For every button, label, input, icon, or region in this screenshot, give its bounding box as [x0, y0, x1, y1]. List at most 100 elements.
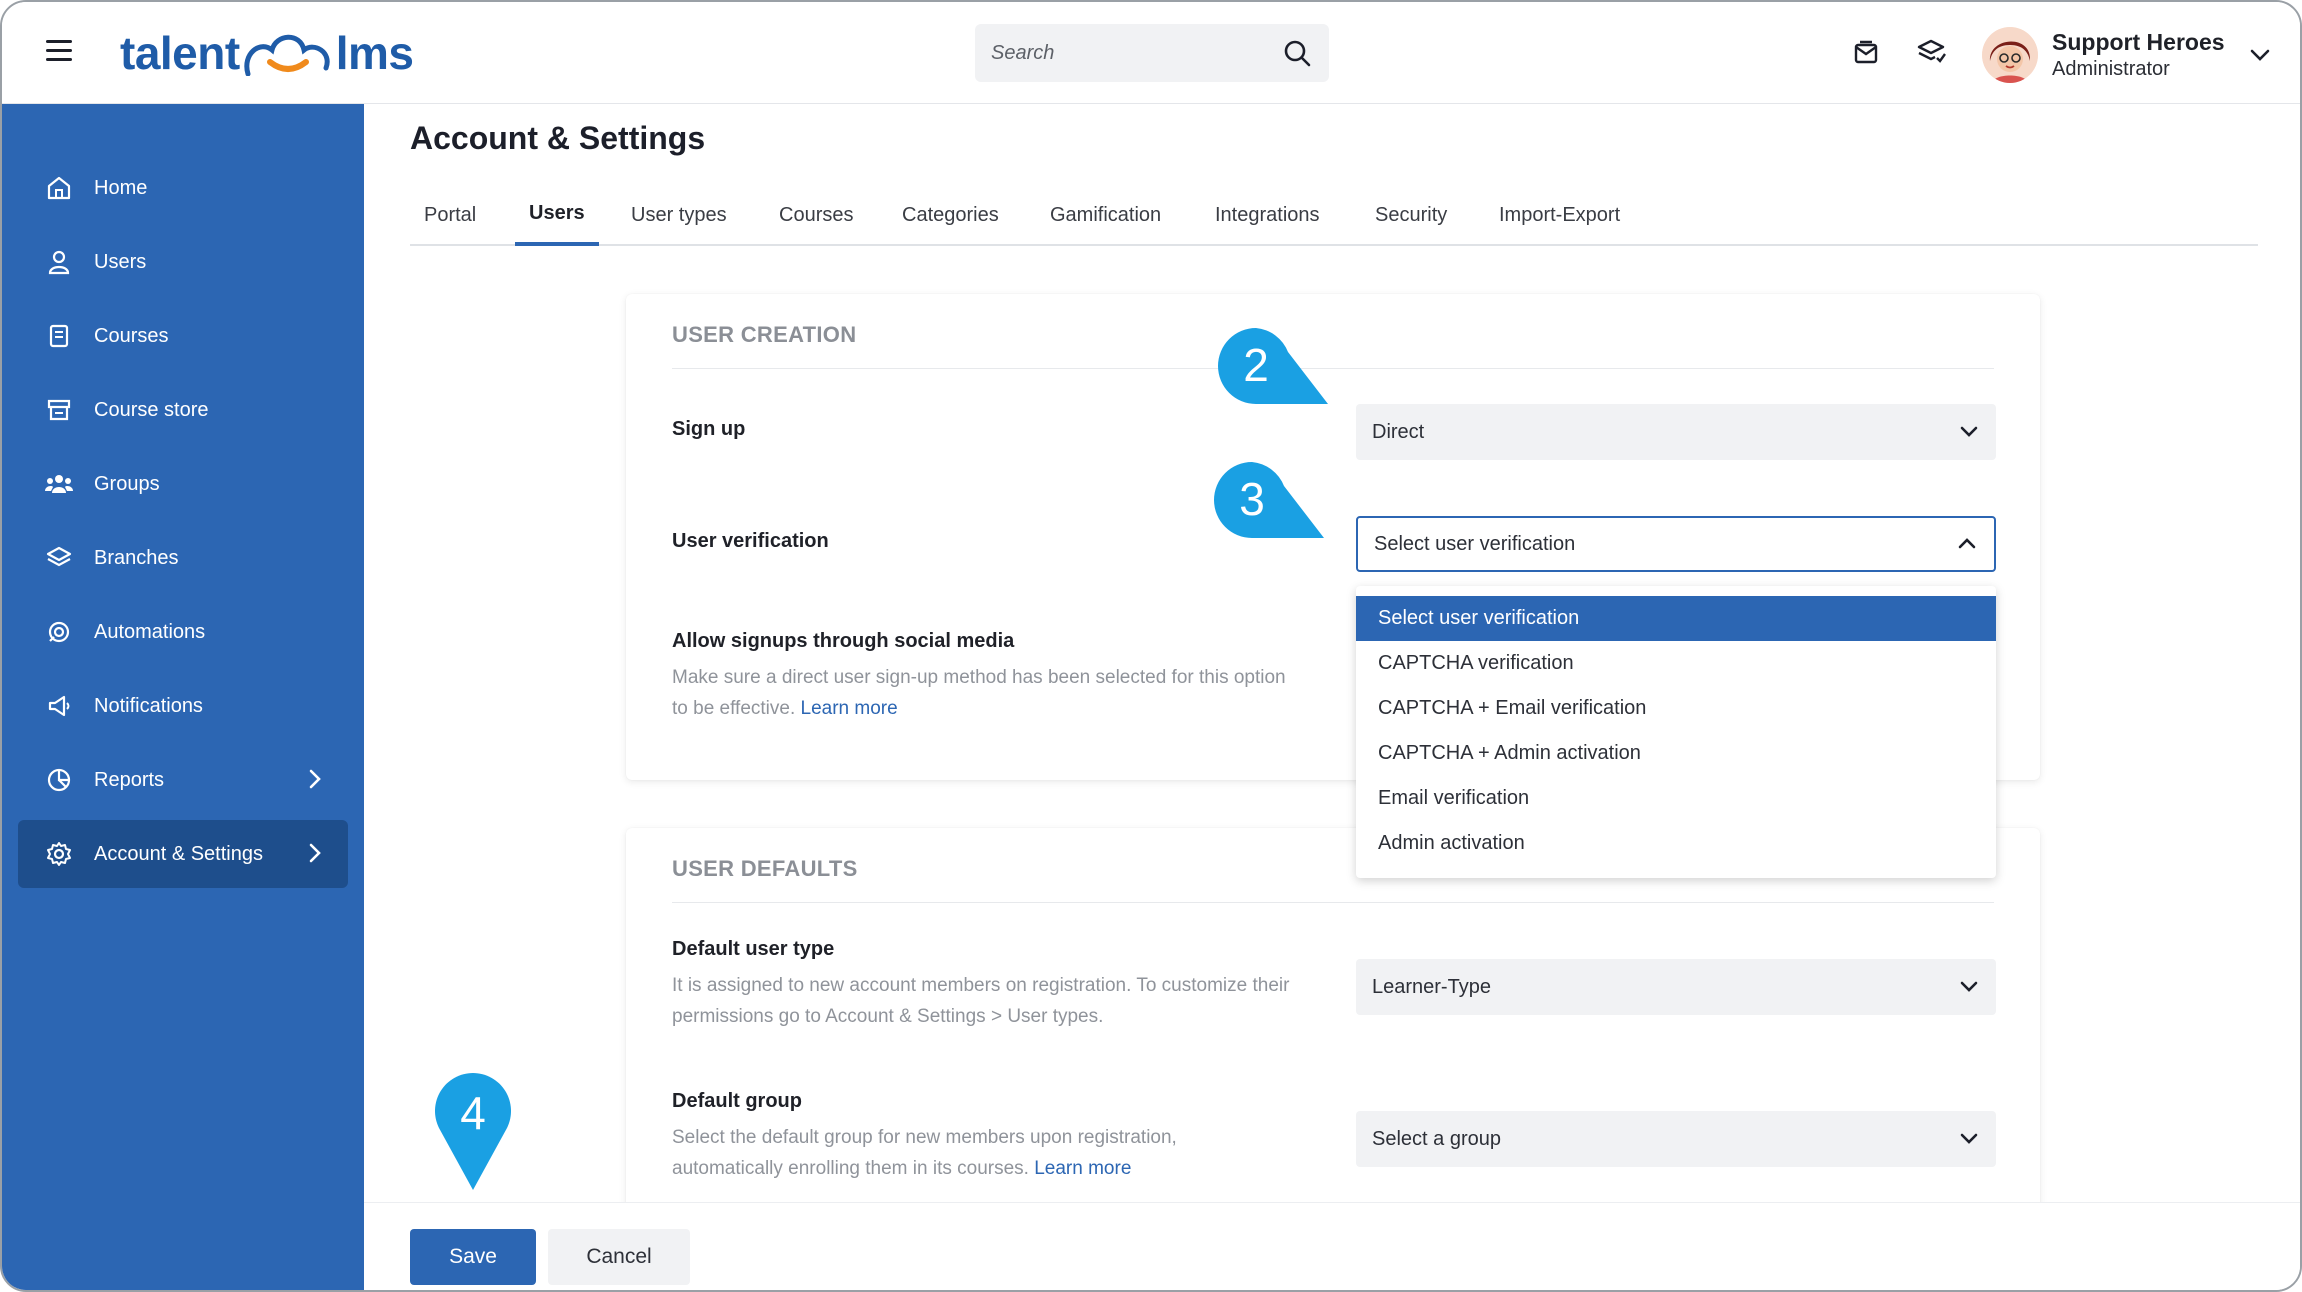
- tab-gamification[interactable]: Gamification: [1050, 184, 1161, 246]
- verification-option[interactable]: CAPTCHA + Admin activation: [1356, 731, 1996, 776]
- top-bar: talent lms Search Support Heroes Adminis…: [2, 2, 2300, 104]
- verification-option[interactable]: CAPTCHA + Email verification: [1356, 686, 1996, 731]
- step-number: 2: [1243, 339, 1269, 391]
- search-icon[interactable]: [1281, 37, 1313, 69]
- logo-text-lms: lms: [335, 27, 414, 79]
- sidebar-item-label: Branches: [94, 546, 179, 569]
- layers-icon: [44, 543, 74, 573]
- default-group-select[interactable]: Select a group: [1356, 1111, 1996, 1167]
- sidebar-item-label: Groups: [94, 472, 160, 495]
- sidebar-item-account-settings[interactable]: Account & Settings: [18, 820, 348, 888]
- sidebar-item-automations[interactable]: Automations: [18, 598, 348, 666]
- groups-icon: [44, 469, 74, 499]
- gear-icon: [44, 839, 74, 869]
- default-user-type-select[interactable]: Learner-Type: [1356, 959, 1996, 1015]
- tab-courses[interactable]: Courses: [779, 184, 853, 246]
- user-menu[interactable]: Support Heroes Administrator: [1982, 22, 2278, 88]
- verification-option[interactable]: CAPTCHA verification: [1356, 641, 1996, 686]
- social-signups-label: Allow signups through social media: [672, 630, 1015, 652]
- signup-select[interactable]: Direct: [1356, 404, 1996, 460]
- talentlms-logo[interactable]: talent lms: [120, 24, 414, 82]
- signup-select-value: Direct: [1372, 420, 1425, 443]
- logo-text-talent: talent: [120, 27, 240, 79]
- avatar: [1982, 27, 2038, 83]
- chevron-down-icon: [1960, 1133, 1978, 1144]
- step-marker-4: 4: [433, 1072, 513, 1192]
- sidebar-item-label: Automations: [94, 620, 206, 643]
- step-marker-3: 3: [1212, 460, 1328, 540]
- sidebar-item-label: Home: [94, 176, 148, 199]
- tab-categories[interactable]: Categories: [902, 184, 999, 246]
- default-group-label: Default group: [672, 1090, 802, 1112]
- user-verification-select[interactable]: Select user verification: [1356, 516, 1996, 572]
- default-user-type-label: Default user type: [672, 938, 835, 960]
- sidebar-item-label: Course store: [94, 398, 209, 421]
- form-actions: Save Cancel: [364, 1202, 2300, 1290]
- search-input[interactable]: [991, 41, 1281, 65]
- verification-option[interactable]: Select user verification: [1356, 596, 1996, 641]
- user-defaults-card: USER DEFAULTS Default user type It is as…: [626, 828, 2040, 1248]
- cloud-logo-icon: [244, 34, 330, 76]
- tab-security[interactable]: Security: [1375, 184, 1447, 246]
- search-box[interactable]: [975, 24, 1329, 82]
- app-window: talent lms Search Support Heroes Adminis…: [0, 0, 2302, 1292]
- verification-option[interactable]: Admin activation: [1356, 821, 1996, 866]
- sidebar-item-home[interactable]: Home: [18, 154, 348, 222]
- tab-user-types[interactable]: User types: [631, 184, 727, 246]
- chevron-down-icon: [1960, 426, 1978, 437]
- learn-more-link[interactable]: Learn more: [1034, 1158, 1131, 1179]
- user-verification-label: User verification: [672, 530, 829, 552]
- tab-integrations[interactable]: Integrations: [1215, 184, 1320, 246]
- section-title: USER CREATION: [672, 322, 857, 347]
- sidebar: Home Users Courses Course store Groups B…: [2, 104, 364, 1290]
- default-user-type-select-value: Learner-Type: [1372, 975, 1491, 998]
- user-verification-dropdown: Select user verification CAPTCHA verific…: [1356, 586, 1996, 878]
- learn-more-link[interactable]: Learn more: [801, 698, 898, 719]
- tab-portal[interactable]: Portal: [424, 184, 476, 246]
- home-icon: [44, 173, 74, 203]
- cancel-button[interactable]: Cancel: [548, 1229, 690, 1285]
- chevron-right-icon: [309, 843, 321, 863]
- megaphone-icon: [44, 691, 74, 721]
- divider: [672, 368, 1994, 369]
- verification-option[interactable]: Email verification: [1356, 776, 1996, 821]
- sidebar-item-label: Account & Settings: [94, 842, 263, 865]
- page-title: Account & Settings: [410, 120, 706, 156]
- automation-icon: [44, 617, 74, 647]
- sidebar-item-reports[interactable]: Reports: [18, 746, 348, 814]
- step-marker-2: 2: [1216, 326, 1332, 406]
- user-role: Administrator: [2052, 57, 2170, 80]
- sidebar-item-label: Notifications: [94, 694, 203, 717]
- chevron-up-icon: [1958, 538, 1976, 549]
- sidebar-item-label: Courses: [94, 324, 169, 347]
- divider: [672, 902, 1994, 903]
- default-user-type-help: It is assigned to new account members on…: [672, 975, 1290, 1027]
- sidebar-item-courses[interactable]: Courses: [18, 302, 348, 370]
- save-button[interactable]: Save: [410, 1229, 536, 1285]
- menu-icon[interactable]: [46, 40, 72, 62]
- step-number: 4: [460, 1087, 486, 1139]
- default-group-select-value: Select a group: [1372, 1127, 1501, 1150]
- sidebar-item-label: Users: [94, 250, 147, 273]
- sidebar-item-groups[interactable]: Groups: [18, 450, 348, 518]
- sidebar-item-branches[interactable]: Branches: [18, 524, 348, 592]
- chevron-down-icon: [1960, 981, 1978, 992]
- section-title: USER DEFAULTS: [672, 856, 858, 881]
- sidebar-item-notifications[interactable]: Notifications: [18, 672, 348, 740]
- pie-chart-icon: [44, 765, 74, 795]
- messages-icon[interactable]: [1850, 36, 1882, 68]
- step-number: 3: [1239, 473, 1265, 525]
- social-signups-help: Make sure a direct user sign-up method h…: [672, 667, 1286, 719]
- sidebar-item-label: Reports: [94, 768, 165, 791]
- sidebar-item-course-store[interactable]: Course store: [18, 376, 348, 444]
- default-group-help: Select the default group for new members…: [672, 1127, 1177, 1179]
- user-verification-select-value: Select user verification: [1374, 532, 1576, 555]
- settings-tabs: Portal Users User types Courses Categori…: [410, 184, 2258, 246]
- branches-switch-icon[interactable]: [1916, 36, 1948, 68]
- chevron-down-icon: [2250, 49, 2269, 61]
- tab-users[interactable]: Users: [515, 184, 599, 246]
- sidebar-item-users[interactable]: Users: [18, 228, 348, 296]
- book-icon: [44, 321, 74, 351]
- signup-label: Sign up: [672, 418, 746, 440]
- tab-import-export[interactable]: Import-Export: [1499, 184, 1620, 246]
